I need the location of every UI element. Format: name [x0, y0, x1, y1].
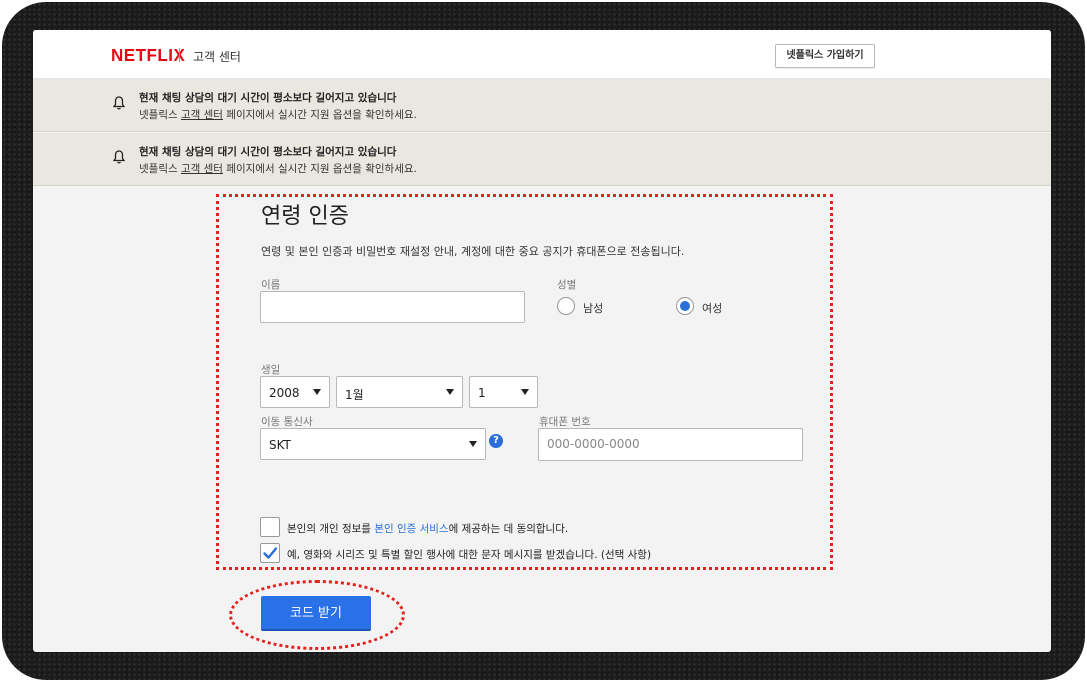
banner-text: 넷플릭스 고객 센터 페이지에서 실시간 지원 옵션을 확인하세요.: [139, 163, 417, 175]
help-center-link[interactable]: 고객 센터: [181, 109, 223, 121]
phone-label: 휴대폰 번호: [539, 416, 591, 428]
gender-male-radio[interactable]: [557, 297, 575, 315]
top-navigation: NETFLIX 고객 센터 넷플릭스 가입하기: [33, 30, 1051, 79]
chevron-down-icon: [313, 389, 321, 395]
phone-input[interactable]: 000-0000-0000: [538, 428, 803, 461]
phone-placeholder: 000-0000-0000: [547, 437, 640, 451]
bell-icon: [113, 150, 125, 164]
sms-consent-checkbox[interactable]: [260, 543, 280, 563]
identity-consent-checkbox[interactable]: [260, 517, 280, 537]
netflix-logo[interactable]: NETFLIX: [111, 46, 185, 67]
gender-female-label: 여성: [702, 302, 723, 315]
browser-screen: NETFLIX 고객 센터 넷플릭스 가입하기 현재 채팅 상담의 대기 시간이…: [33, 30, 1051, 652]
bell-icon: [113, 96, 125, 110]
chevron-down-icon: [521, 389, 529, 395]
chevron-down-icon: [469, 441, 477, 447]
notice-banner: 현재 채팅 상담의 대기 시간이 평소보다 길어지고 있습니다 넷플릭스 고객 …: [33, 133, 1051, 186]
gender-female-radio[interactable]: [676, 297, 694, 315]
birth-month-select[interactable]: 1월: [336, 376, 463, 408]
carrier-select[interactable]: SKT: [260, 428, 486, 460]
checkmark-icon: [263, 547, 278, 559]
birth-label: 생일: [261, 364, 281, 376]
banner-title: 현재 채팅 상담의 대기 시간이 평소보다 길어지고 있습니다: [139, 146, 397, 158]
carrier-label: 이동 통신사: [261, 416, 313, 428]
name-input[interactable]: [260, 291, 525, 323]
chevron-down-icon: [446, 389, 454, 395]
logo-divider: [179, 48, 180, 62]
banner-text: 넷플릭스 고객 센터 페이지에서 실시간 지원 옵션을 확인하세요.: [139, 109, 417, 121]
page-title: 연령 인증: [261, 204, 349, 229]
identity-service-link[interactable]: 본인 인증 서비스: [374, 523, 448, 535]
form-description: 연령 및 본인 인증과 비밀번호 재설정 안내, 계정에 대한 중요 공지가 휴…: [261, 245, 685, 258]
notice-banner: 현재 채팅 상담의 대기 시간이 평소보다 길어지고 있습니다 넷플릭스 고객 …: [33, 79, 1051, 132]
name-label: 이름: [261, 279, 281, 291]
birth-year-select[interactable]: 2008: [260, 376, 330, 408]
birth-day-select[interactable]: 1: [469, 376, 538, 408]
help-icon[interactable]: ?: [489, 434, 503, 448]
sms-consent-label: 예, 영화와 시리즈 및 특별 할인 행사에 대한 문자 메시지를 받겠습니다.…: [287, 549, 652, 561]
help-center-title[interactable]: 고객 센터: [193, 48, 241, 65]
get-code-button[interactable]: 코드 받기: [261, 596, 371, 631]
identity-consent-label: 본인의 개인 정보를 본인 인증 서비스에 제공하는 데 동의합니다.: [287, 523, 569, 535]
banner-title: 현재 채팅 상담의 대기 시간이 평소보다 길어지고 있습니다: [139, 92, 397, 104]
signup-button[interactable]: 넷플릭스 가입하기: [775, 44, 875, 68]
help-center-link[interactable]: 고객 센터: [181, 163, 223, 175]
gender-male-label: 남성: [583, 302, 604, 315]
gender-label: 성별: [557, 279, 577, 291]
